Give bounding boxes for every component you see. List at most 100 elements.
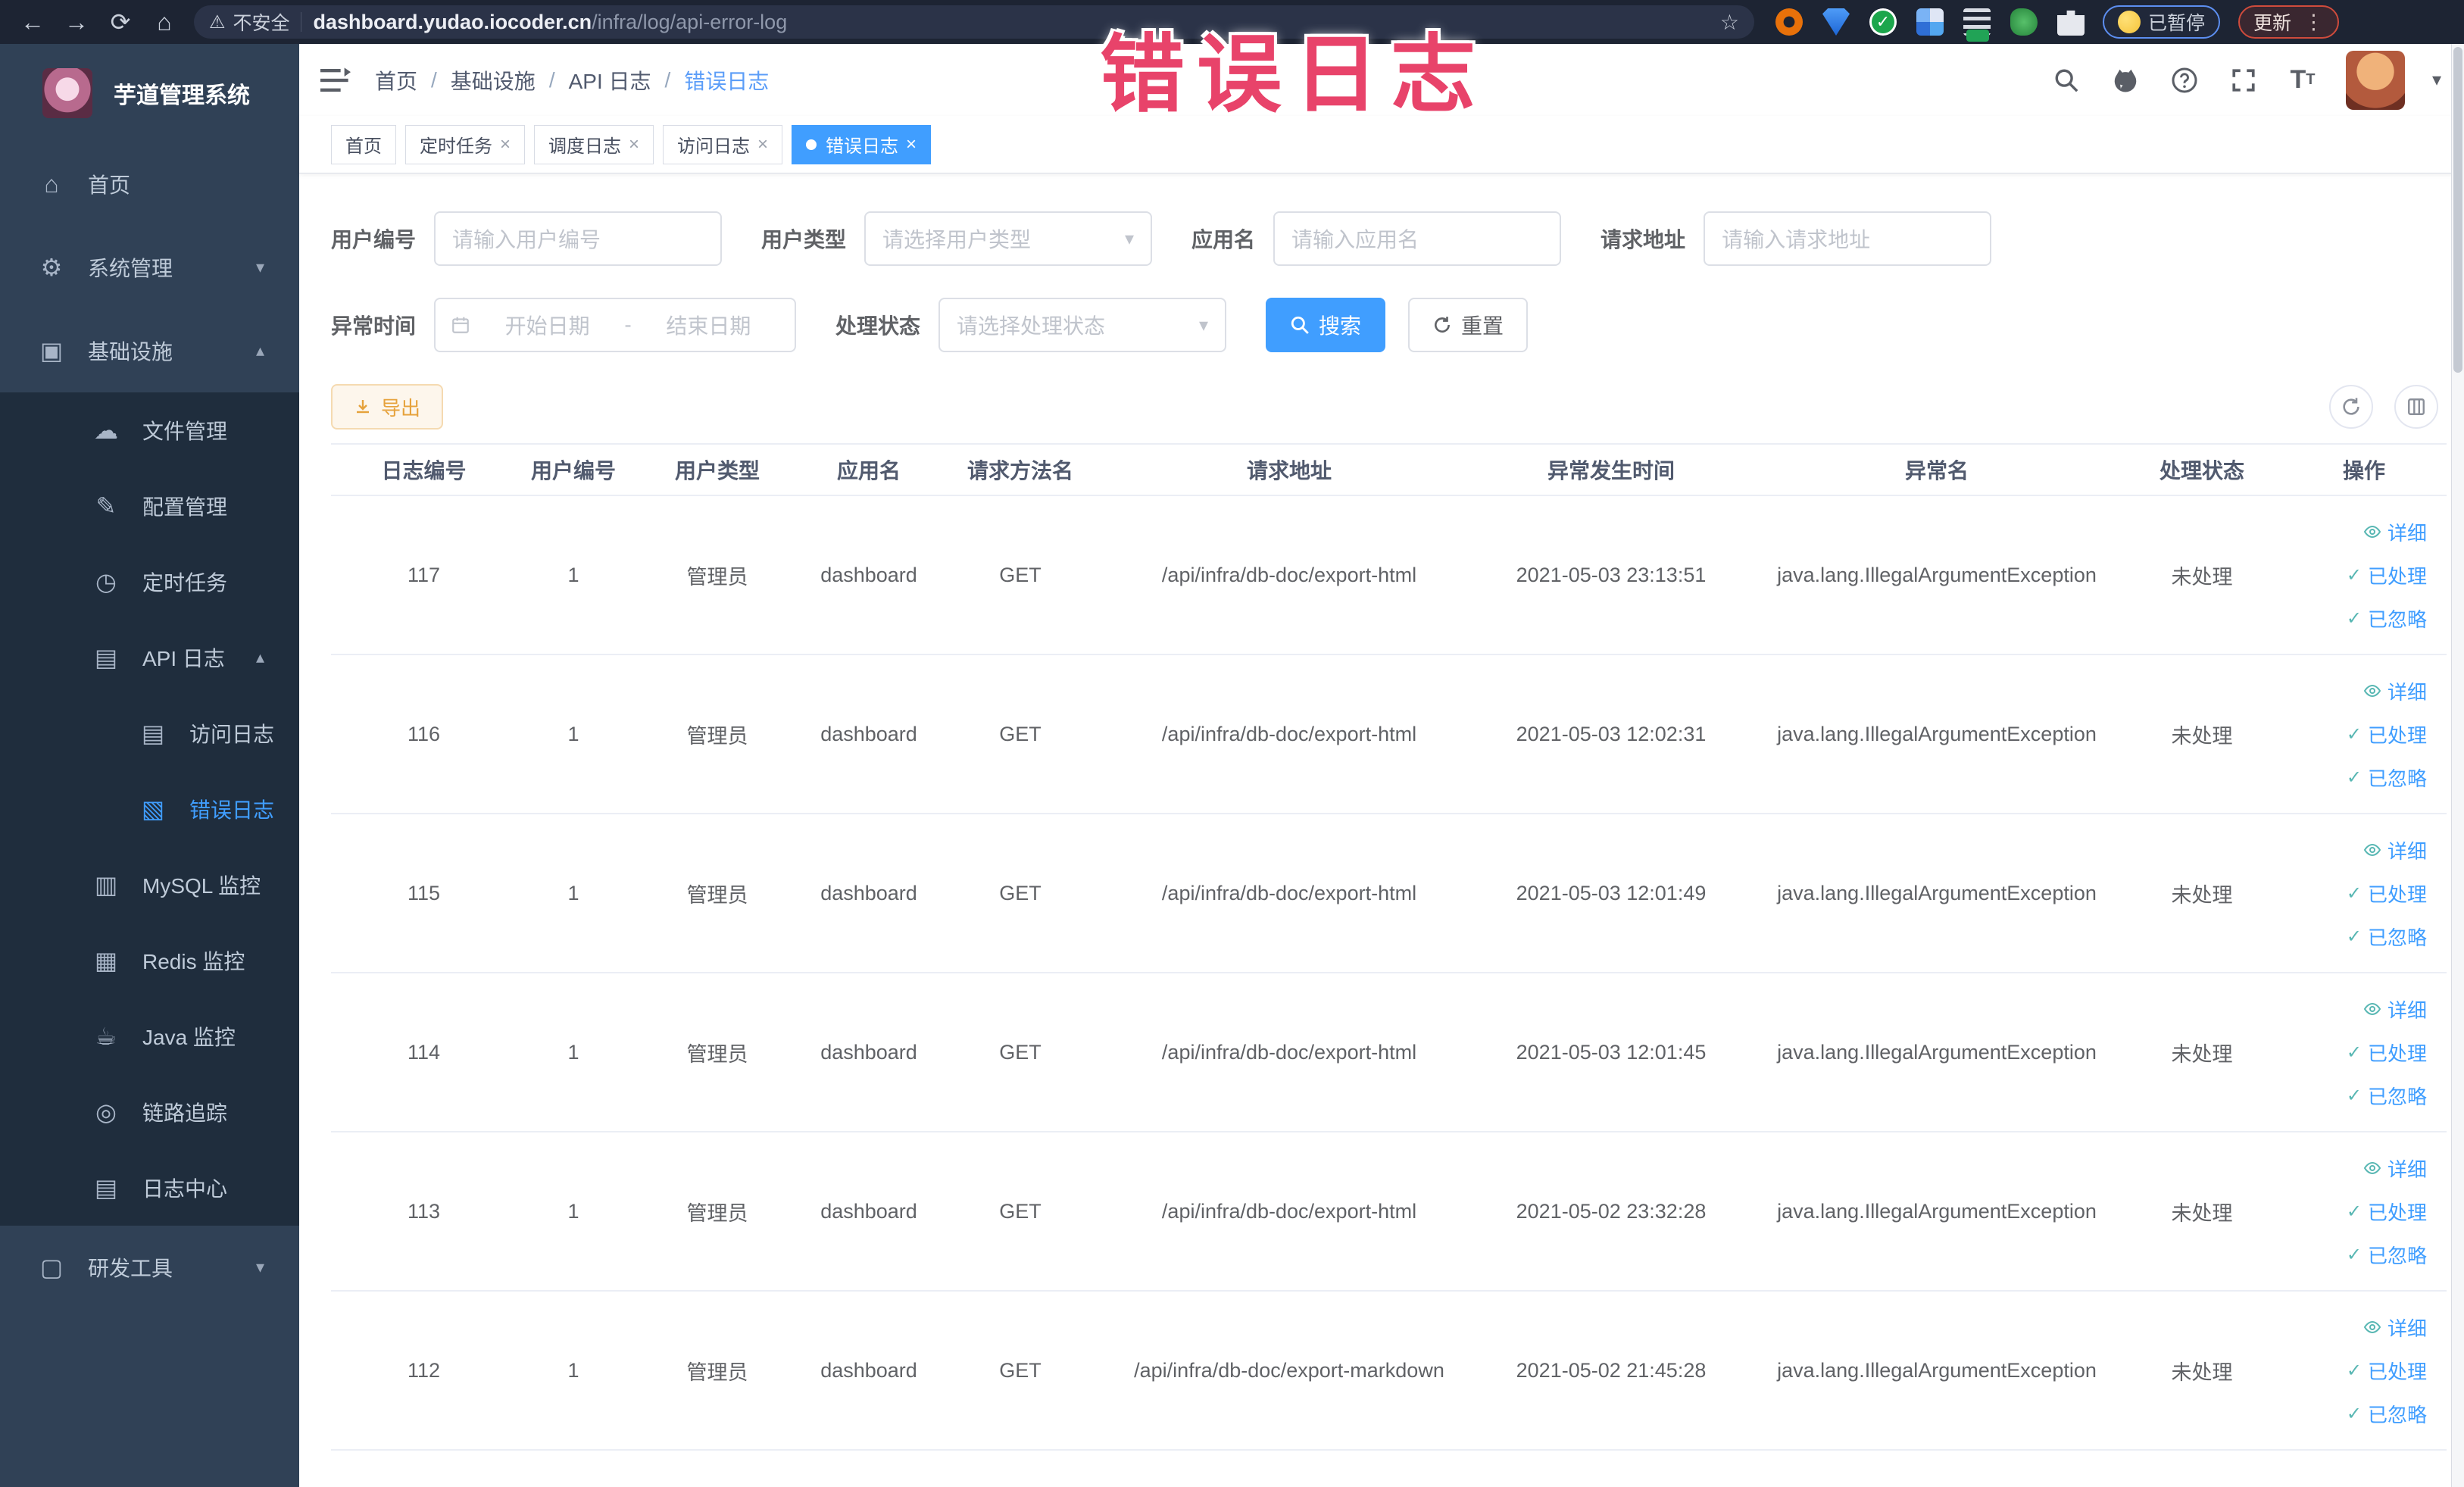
reload-icon[interactable]: ⟳ xyxy=(98,8,142,36)
filter-label: 用户类型 xyxy=(761,228,847,251)
action-ignored[interactable]: ✓ 已忽略 xyxy=(2347,1082,2427,1110)
breadcrumb-home[interactable]: 首页 xyxy=(375,65,417,95)
action-processed[interactable]: ✓ 已处理 xyxy=(2347,1039,2427,1067)
close-icon[interactable]: × xyxy=(757,134,768,155)
close-icon[interactable]: × xyxy=(629,134,639,155)
export-button[interactable]: 导出 xyxy=(331,384,444,430)
action-ignored[interactable]: ✓ 已忽略 xyxy=(2347,1241,2427,1269)
sidebar-item-label: 日志中心 xyxy=(142,1177,228,1201)
sidebar-item-label: 链路追踪 xyxy=(142,1101,228,1125)
extensions-puzzle-icon[interactable] xyxy=(2057,10,2085,36)
action-detail[interactable]: 详细 xyxy=(2363,1314,2427,1342)
tab-schedule-log[interactable]: 调度日志 × xyxy=(534,124,654,164)
action-ignored[interactable]: ✓ 已忽略 xyxy=(2347,1400,2427,1428)
sidebar-item-home[interactable]: ⌂ 首页 xyxy=(0,142,299,226)
github-icon[interactable] xyxy=(2110,64,2141,96)
menu-kebab-icon[interactable]: ⋮ xyxy=(2303,11,2324,34)
tab-error-log[interactable]: 错误日志 × xyxy=(792,124,932,164)
action-processed[interactable]: ✓ 已处理 xyxy=(2347,1198,2427,1226)
column-settings-button[interactable] xyxy=(2394,385,2438,429)
chevron-down-icon[interactable]: ▾ xyxy=(2432,69,2441,91)
page-scrollbar[interactable] xyxy=(2451,44,2464,1487)
action-detail[interactable]: 详细 xyxy=(2363,518,2427,546)
sidebar-item-file-management[interactable]: ☁ 文件管理 xyxy=(0,392,299,468)
sidebar-item-label: 文件管理 xyxy=(142,420,228,443)
extension-icon-shield[interactable] xyxy=(1822,8,1850,36)
sidebar-item-access-log[interactable]: ▤ 访问日志 xyxy=(0,695,299,771)
address-bar[interactable]: ⚠ 不安全 dashboard.yudao.iocoder.cn /infra/… xyxy=(194,5,1754,39)
sidebar-item-redis-monitor[interactable]: ▦ Redis 监控 xyxy=(0,923,299,998)
tab-access-log[interactable]: 访问日志 × xyxy=(663,124,783,164)
paused-badge[interactable]: 已暂停 xyxy=(2103,5,2221,39)
tab-scheduled-tasks[interactable]: 定时任务 × xyxy=(405,124,526,164)
action-processed[interactable]: ✓ 已处理 xyxy=(2347,879,2427,908)
refresh-button[interactable] xyxy=(2329,385,2373,429)
action-label: 已处理 xyxy=(2367,1360,2427,1383)
cell-user_id: 1 xyxy=(567,1040,579,1064)
extension-icon-lines[interactable] xyxy=(1963,8,1991,42)
cell-url: /api/infra/db-doc/export-html xyxy=(1161,722,1417,745)
sidebar-item-error-log[interactable]: ▧ 错误日志 xyxy=(0,771,299,847)
sidebar-item-log-center[interactable]: ▤ 日志中心 xyxy=(0,1150,299,1226)
help-icon[interactable] xyxy=(2169,64,2200,96)
sidebar-item-java-monitor[interactable]: ☕ Java 监控 xyxy=(0,998,299,1074)
action-detail[interactable]: 详细 xyxy=(2363,995,2427,1023)
close-icon[interactable]: × xyxy=(906,134,917,155)
extension-icon-orange[interactable] xyxy=(1775,8,1803,36)
date-start-placeholder[interactable]: 开始日期 xyxy=(476,310,618,340)
sidebar-item-infrastructure[interactable]: ▣ 基础设施 ▴ xyxy=(0,309,299,392)
sidebar-item-scheduled-tasks[interactable]: ◷ 定时任务 xyxy=(0,544,299,620)
sidebar-item-api-log[interactable]: ▤ API 日志 ▴ xyxy=(0,620,299,695)
reset-button[interactable]: 重置 xyxy=(1408,298,1529,352)
table-header-cell: 请求地址 xyxy=(1246,459,1332,483)
cell-app: dashboard xyxy=(820,1040,917,1064)
close-icon[interactable]: × xyxy=(500,134,511,155)
sidebar-item-mysql-monitor[interactable]: ▥ MySQL 监控 xyxy=(0,847,299,923)
action-processed[interactable]: ✓ 已处理 xyxy=(2347,1357,2427,1385)
date-end-placeholder[interactable]: 结束日期 xyxy=(638,310,779,340)
action-detail[interactable]: 详细 xyxy=(2363,1154,2427,1182)
table-header-cell: 异常名 xyxy=(1904,459,1969,483)
font-size-icon[interactable]: TT xyxy=(2287,64,2319,96)
action-ignored[interactable]: ✓ 已忽略 xyxy=(2347,604,2427,633)
extension-icon-plant[interactable] xyxy=(2010,8,2038,36)
date-range-picker[interactable]: 开始日期 - 结束日期 xyxy=(434,298,797,352)
forward-icon[interactable]: → xyxy=(55,8,98,36)
sidebar-item-dev-tools[interactable]: ▢ 研发工具 ▾ xyxy=(0,1226,299,1309)
scrollbar-thumb[interactable] xyxy=(2453,47,2462,373)
fullscreen-icon[interactable] xyxy=(2228,64,2259,96)
request-url-input[interactable]: 请输入请求地址 xyxy=(1704,211,1992,266)
extension-icon-grid[interactable] xyxy=(1916,8,1944,36)
breadcrumb-infrastructure[interactable]: 基础设施 xyxy=(451,65,536,95)
sidebar-item-link-trace[interactable]: ◎ 链路追踪 xyxy=(0,1074,299,1150)
update-badge[interactable]: 更新 ⋮ xyxy=(2238,5,2340,39)
sidebar: 芋道管理系统 ⌂ 首页 ⚙ 系统管理 ▾ ▣ 基础设施 ▴ ☁ 文件管理 ✎ 配置管理 ◷ 定时任务 ▤ AP… xyxy=(0,44,299,1487)
filter-exception-time: 异常时间 开始日期 - 结束日期 xyxy=(331,298,797,352)
action-detail[interactable]: 详细 xyxy=(2363,677,2427,705)
action-detail[interactable]: 详细 xyxy=(2363,836,2427,864)
action-processed[interactable]: ✓ 已处理 xyxy=(2347,561,2427,589)
security-label[interactable]: 不安全 xyxy=(233,8,290,36)
app-logo-row[interactable]: 芋道管理系统 xyxy=(0,44,299,142)
action-ignored[interactable]: ✓ 已忽略 xyxy=(2347,764,2427,792)
tab-home[interactable]: 首页 xyxy=(331,124,396,164)
breadcrumb-api-log[interactable]: API 日志 xyxy=(569,65,651,95)
sidebar-item-system-management[interactable]: ⚙ 系统管理 ▾ xyxy=(0,226,299,309)
breadcrumb-separator: / xyxy=(548,67,555,92)
app-name-input[interactable]: 请输入应用名 xyxy=(1273,211,1562,266)
user-type-select[interactable]: 请选择用户类型 ▾ xyxy=(864,211,1153,266)
table-header-cell: 用户类型 xyxy=(674,459,760,483)
extension-icon-check[interactable] xyxy=(1869,8,1897,36)
hamburger-icon[interactable] xyxy=(320,67,351,93)
bookmark-star-icon[interactable]: ☆ xyxy=(1720,10,1739,35)
sidebar-item-config-management[interactable]: ✎ 配置管理 xyxy=(0,468,299,544)
search-icon[interactable] xyxy=(2050,64,2082,96)
user-id-input[interactable]: 请输入用户编号 xyxy=(434,211,723,266)
action-processed[interactable]: ✓ 已处理 xyxy=(2347,720,2427,748)
avatar[interactable] xyxy=(2345,50,2405,110)
process-status-select[interactable]: 请选择处理状态 ▾ xyxy=(938,298,1227,352)
search-button[interactable]: 搜索 xyxy=(1266,298,1386,352)
action-ignored[interactable]: ✓ 已忽略 xyxy=(2347,923,2427,951)
back-icon[interactable]: ← xyxy=(11,8,55,36)
home-icon[interactable]: ⌂ xyxy=(142,8,186,36)
